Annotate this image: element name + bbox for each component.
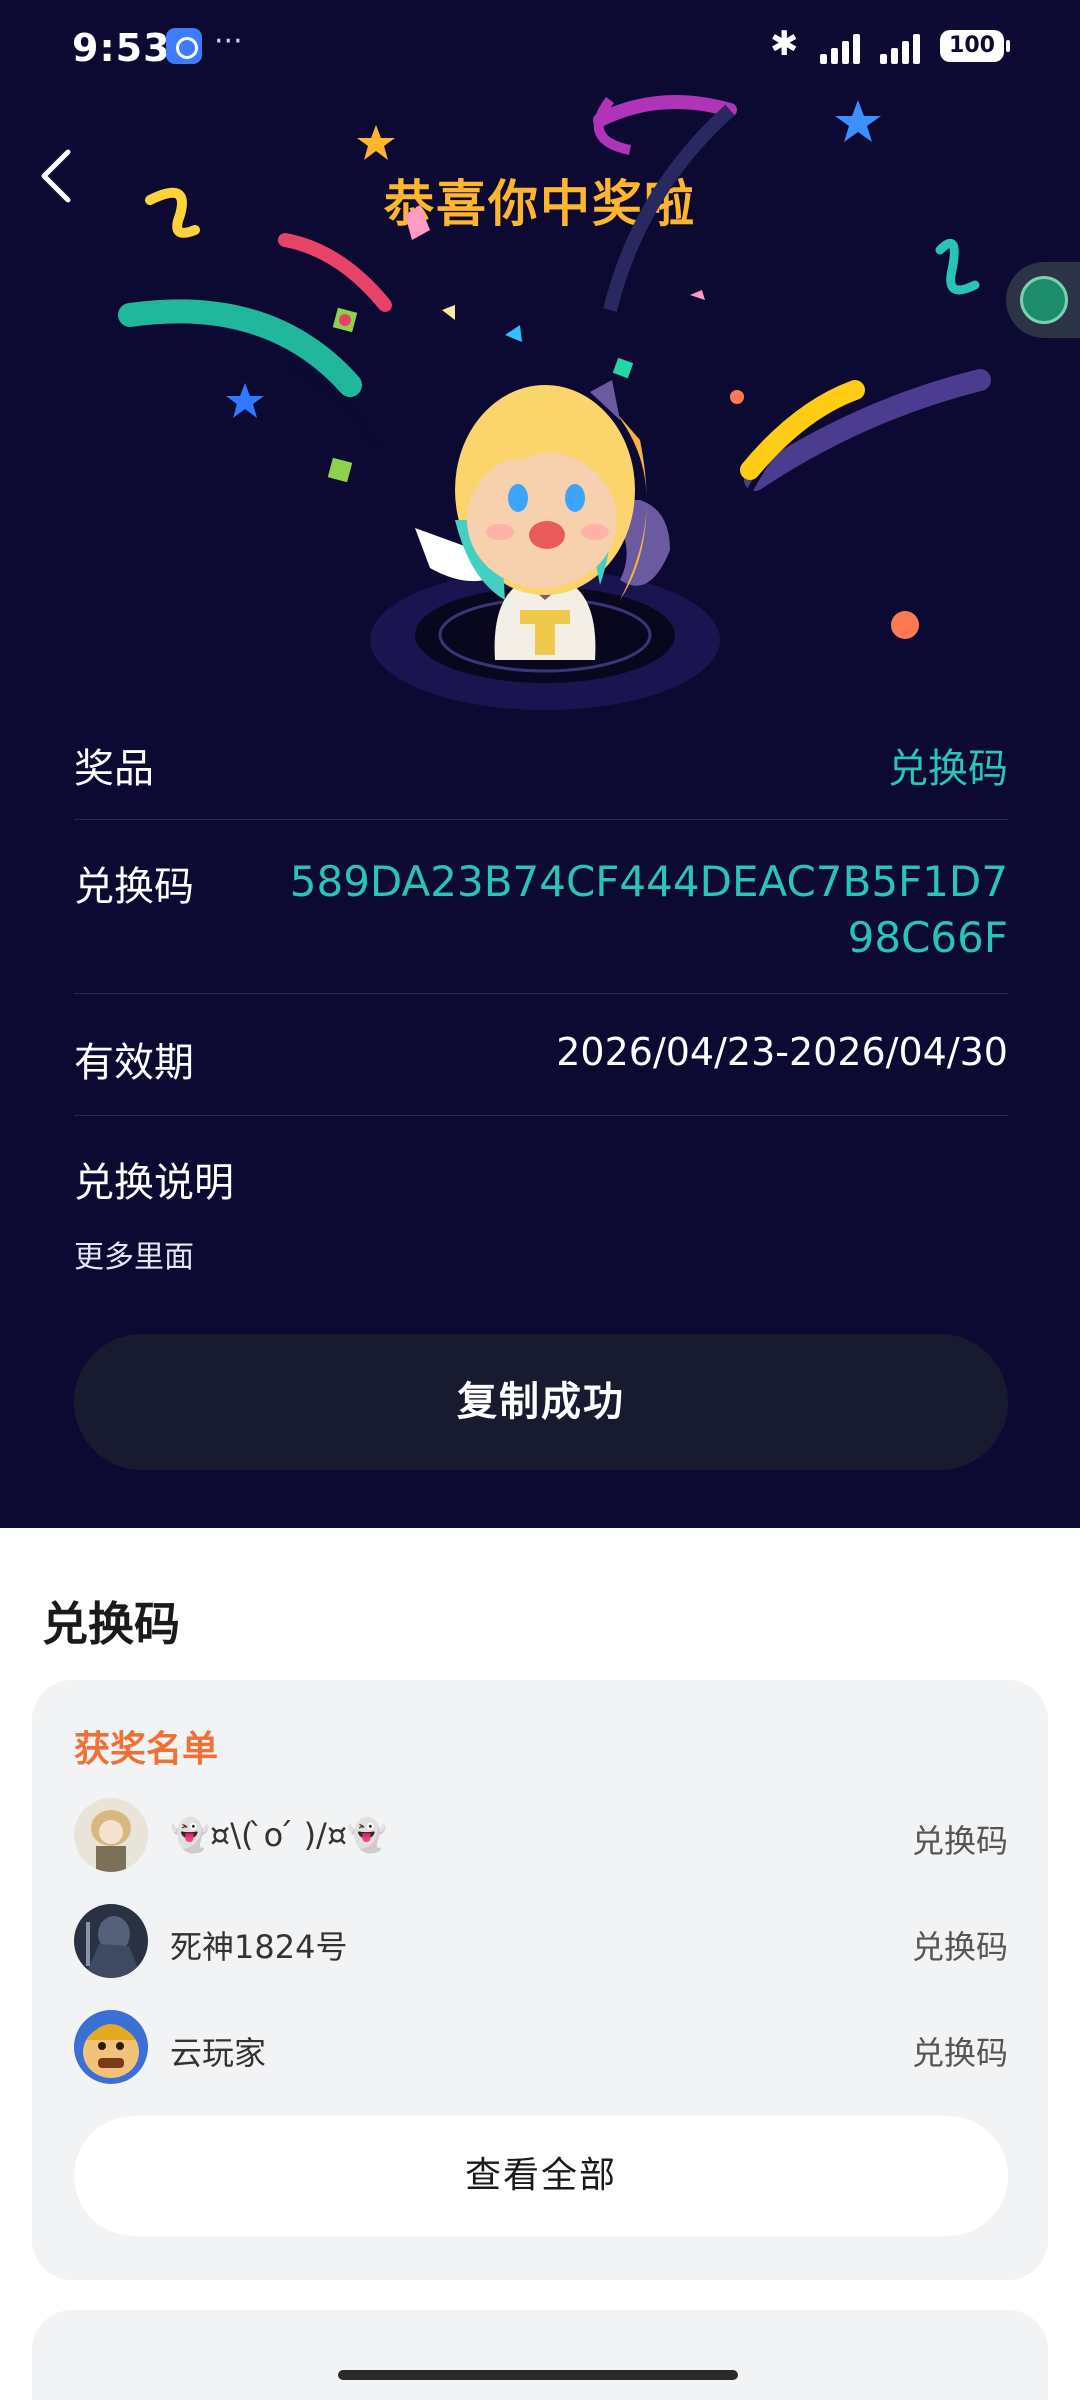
code-row: 兑换码 589DA23B74CF444DEAC7B5F1D798C66F (74, 820, 1008, 994)
home-indicator[interactable] (338, 2370, 738, 2380)
signal-icon (820, 30, 870, 64)
winner-name: 👻¤\( ̀o ́ )/¤👻 (170, 1816, 388, 1854)
validity-row: 有效期 2026/04/23-2026/04/30 (74, 994, 1008, 1116)
winner-row: 死神1824号 兑换码 (74, 1904, 1008, 1980)
winner-prize: 兑换码 (911, 1928, 1008, 1966)
winner-prize: 兑换码 (911, 2034, 1008, 2072)
avatar (74, 2010, 148, 2084)
avatar (74, 1904, 148, 1978)
bluetooth-icon: ✱ (770, 24, 799, 64)
status-more: ··· (214, 24, 243, 59)
copy-code-button[interactable]: 复制成功 (74, 1334, 1008, 1470)
instructions-row: 兑换说明 更多里面 (74, 1116, 1008, 1316)
winner-name: 云玩家 (170, 2034, 267, 2072)
celebration-illustration (118, 95, 991, 710)
prize-row: 奖品 兑换码 (74, 700, 1008, 820)
winner-row: 👻¤\( ̀o ́ )/¤👻 兑换码 (74, 1798, 1008, 1874)
avatar (74, 1798, 148, 1872)
prize-details: 奖品 兑换码 兑换码 589DA23B74CF444DEAC7B5F1D798C… (74, 700, 1008, 1316)
app-notification-icon (166, 28, 202, 64)
battery-icon: 100 (940, 30, 1010, 62)
prize-value: 兑换码 (888, 746, 1008, 792)
validity-value: 2026/04/23-2026/04/30 (556, 1030, 1008, 1074)
prize-label: 奖品 (74, 746, 154, 792)
winner-prize: 兑换码 (911, 1822, 1008, 1860)
prize-result-panel: 9:53 ··· ✱ 100 恭喜你中奖啦 奖品 兑换码 兑换码 589DA23… (0, 0, 1080, 1528)
winners-card: 获奖名单 👻¤\( ̀o ́ )/¤👻 兑换码 死神1824号 兑换码 云玩家 … (32, 1680, 1048, 2280)
winner-name: 死神1824号 (170, 1928, 348, 1966)
redeem-code-value[interactable]: 589DA23B74CF444DEAC7B5F1D798C66F (268, 854, 1008, 966)
signal-icon-2 (880, 30, 930, 64)
view-all-button[interactable]: 查看全部 (74, 2116, 1008, 2236)
winners-title: 获奖名单 (74, 1729, 219, 1770)
instructions-text: 更多里面 (74, 1240, 194, 1275)
next-card (32, 2310, 1048, 2400)
status-time: 9:53 (72, 26, 171, 70)
section-title: 兑换码 (42, 1597, 180, 1651)
instructions-label: 兑换说明 (74, 1160, 234, 1206)
winner-row: 云玩家 兑换码 (74, 2010, 1008, 2086)
